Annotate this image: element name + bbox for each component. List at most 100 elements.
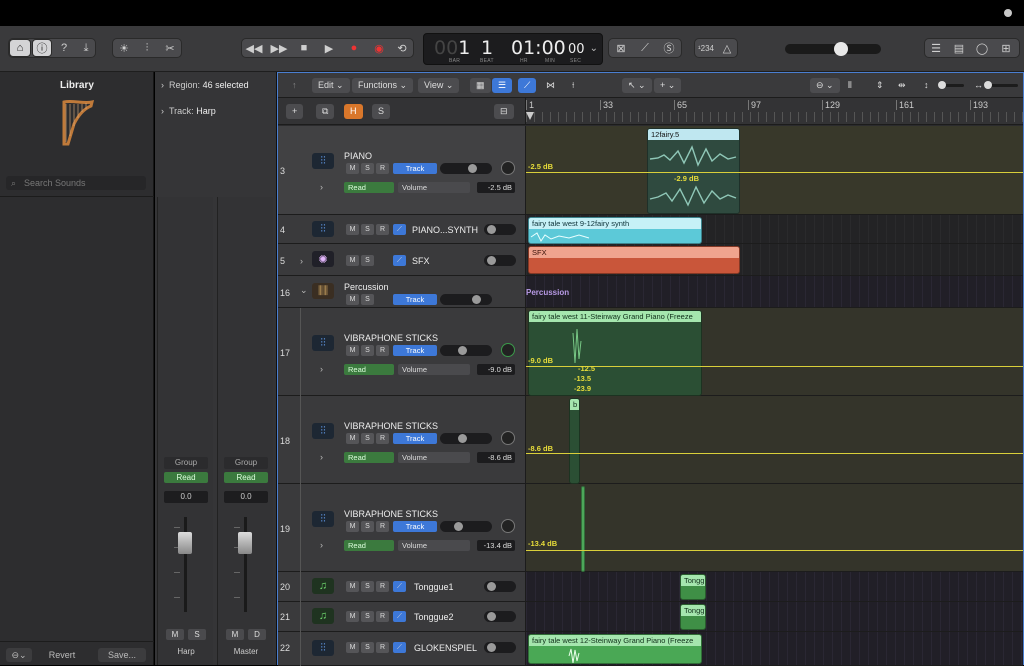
track-name[interactable]: VIBRAPHONE STICKS — [344, 421, 438, 431]
automation-mode-select[interactable]: Read — [344, 452, 394, 463]
group-slot[interactable]: Group — [224, 457, 268, 469]
notepad-icon[interactable]: ▤ — [949, 39, 969, 57]
solo-button[interactable]: S — [361, 163, 374, 174]
view-menu[interactable]: View ⌄ — [418, 78, 460, 93]
secondary-tool-icon[interactable]: + ⌄ — [654, 78, 682, 93]
mixer-icon[interactable]: ⫶ — [137, 39, 157, 57]
search-sounds-input[interactable]: ⌕ Search Sounds — [6, 176, 146, 190]
track-row[interactable]: › Track: Harp — [161, 106, 216, 116]
solo-button[interactable]: S — [361, 611, 374, 622]
record-enable-button[interactable]: R — [376, 611, 389, 622]
automation-icon[interactable]: ⟋ — [393, 581, 406, 592]
chevron-right-icon[interactable]: › — [320, 182, 323, 192]
automation-line-piano[interactable] — [526, 172, 1023, 173]
track-header-vibraphone-19[interactable]: 19 ⫶⫶ VIBRAPHONE STICKS M S R Track › Re… — [278, 484, 525, 572]
group-slot[interactable]: Group — [164, 457, 208, 469]
lane-vibraphone-18[interactable] — [526, 396, 1023, 484]
smart-controls-icon[interactable]: ☀ — [114, 39, 134, 57]
automation-parameter-select[interactable]: Volume — [398, 364, 470, 375]
automation-icon[interactable]: ⟋ — [393, 611, 406, 622]
automation-mode[interactable]: Read — [224, 472, 268, 483]
track-automation-button[interactable]: Track — [393, 345, 437, 356]
solo-icon[interactable]: Ⓢ — [658, 39, 680, 57]
record-enable-button[interactable]: R — [376, 581, 389, 592]
track-name[interactable]: Tonggue1 — [414, 582, 454, 592]
solo-button[interactable]: S — [361, 521, 374, 532]
track-automation-button[interactable]: Track — [393, 433, 437, 444]
pan-knob[interactable] — [501, 519, 515, 533]
scissors-icon[interactable]: ✂ — [160, 39, 180, 57]
chevron-right-icon[interactable]: › — [300, 256, 303, 266]
automation-parameter-select[interactable]: Volume — [398, 452, 470, 463]
hide-button[interactable]: H — [344, 104, 363, 119]
revert-button[interactable]: Revert — [40, 648, 84, 662]
mute-button[interactable]: M — [166, 629, 184, 640]
solo-button[interactable]: S — [361, 642, 374, 653]
mute-button[interactable]: M — [346, 224, 359, 235]
volume-toggle[interactable] — [440, 294, 492, 305]
count-in-button[interactable]: ¹234 — [695, 39, 717, 57]
automation-icon[interactable]: ⟋ — [393, 642, 406, 653]
pointer-tool-icon[interactable]: ↖ ⌄ — [622, 78, 652, 93]
track-automation-button[interactable]: Track — [393, 521, 437, 532]
snap-icon[interactable]: ⟊ — [566, 78, 580, 93]
mute-button[interactable]: M — [346, 433, 359, 444]
automation-parameter-select[interactable]: Volume — [398, 182, 470, 193]
solo-button[interactable]: S — [361, 255, 374, 266]
help-icon[interactable]: ? — [54, 39, 74, 57]
lcd-display[interactable]: 001 1 01:00 00 BAR BEAT HR MIN SEC ⌄ — [423, 33, 603, 65]
track-header-vibraphone-17[interactable]: 17 ⫶⫶ VIBRAPHONE STICKS M S R Track › Re… — [278, 308, 525, 396]
chevron-down-icon[interactable]: ⌄ — [300, 285, 308, 296]
list-view-icon[interactable]: ☰ — [492, 78, 513, 93]
solo-button[interactable]: S — [361, 345, 374, 356]
catch-menu-icon[interactable]: ⊖ ⌄ — [810, 78, 840, 93]
global-solo-button[interactable]: S — [372, 104, 391, 119]
play-icon[interactable]: ▶ — [318, 39, 340, 57]
lane-piano[interactable] — [526, 126, 1023, 215]
mute-button[interactable]: M — [346, 163, 359, 174]
volume-toggle[interactable] — [440, 521, 492, 532]
track-automation-button[interactable]: Track — [393, 294, 437, 305]
volume-toggle[interactable] — [440, 163, 492, 174]
region-vibraphone-18[interactable]: b — [569, 398, 580, 484]
global-tracks-icon[interactable]: ⊟ — [494, 104, 514, 119]
chevron-right-icon[interactable]: › — [320, 452, 323, 462]
mute-button[interactable]: M — [226, 629, 244, 640]
dim-button[interactable]: D — [248, 629, 266, 640]
add-track-button[interactable]: + — [286, 104, 304, 119]
metronome-icon[interactable]: △ — [716, 39, 738, 57]
automation-value[interactable]: -2.5 dB — [477, 182, 515, 193]
vertical-zoom-slider-icon[interactable]: ↕ — [918, 78, 935, 93]
master-volume-knob[interactable] — [834, 42, 849, 56]
mute-button[interactable]: M — [346, 581, 359, 592]
loop-browser-icon[interactable]: ◯ — [972, 39, 992, 57]
automation-mode-select[interactable]: Read — [344, 182, 394, 193]
track-header-percussion[interactable]: 16 ⌄ ⫼⫼ Percussion M S Track — [278, 276, 525, 308]
automation-value[interactable]: -9.0 dB — [477, 364, 515, 375]
automation-parameter-select[interactable]: Volume — [398, 540, 470, 551]
automation-line-vibraphone-18[interactable] — [526, 453, 1023, 454]
automation-line-vibraphone-19[interactable] — [526, 550, 1023, 551]
master-volume-slider[interactable] — [785, 42, 881, 56]
automation-mode[interactable]: Read — [164, 472, 208, 483]
record-icon[interactable]: ● — [343, 39, 365, 57]
track-header-sfx[interactable]: 5 › ✺ M S ⟋ SFX — [278, 244, 525, 276]
playhead-icon[interactable] — [526, 112, 534, 120]
automation-mode-select[interactable]: Read — [344, 540, 394, 551]
list-editors-icon[interactable]: ☰ — [926, 39, 946, 57]
region-synth[interactable]: fairy tale west 9-12fairy synth — [528, 217, 702, 244]
region-glokenspiel[interactable]: fairy tale west 12-Steinway Grand Piano … — [528, 634, 702, 664]
track-name[interactable]: SFX — [412, 256, 430, 266]
volume-toggle[interactable] — [484, 611, 516, 622]
track-header-tonggue1[interactable]: 20 ♫ M S R ⟋ Tonggue1 — [278, 572, 525, 602]
lane-tonggue2[interactable] — [526, 602, 1023, 632]
library-icon[interactable]: ⌂ — [9, 39, 31, 57]
record-enable-button[interactable]: R — [376, 163, 389, 174]
track-name[interactable]: Percussion — [344, 282, 389, 292]
track-header-piano-synth[interactable]: 4 ⫶⫶ M S R ⟋ PIANO...SYNTH — [278, 215, 525, 244]
automation-line-vibraphone-17[interactable] — [526, 366, 1023, 367]
track-header-vibraphone-18[interactable]: 18 ⫶⫶ VIBRAPHONE STICKS M S R Track › Re… — [278, 396, 525, 484]
browsers-icon[interactable]: ⊞ — [995, 39, 1017, 57]
edit-menu[interactable]: Edit ⌄ — [312, 78, 350, 93]
chevron-right-icon[interactable]: › — [320, 540, 323, 550]
